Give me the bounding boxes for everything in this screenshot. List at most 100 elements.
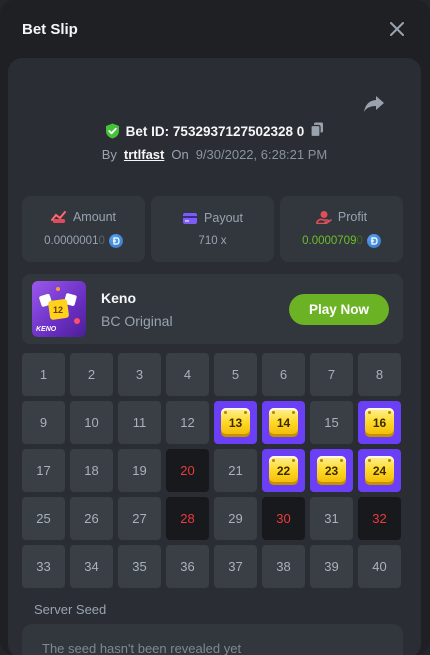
keno-cell-29: 29 — [214, 497, 257, 540]
keno-cell-24: 24 — [358, 449, 401, 492]
keno-cell-40: 40 — [358, 545, 401, 588]
keno-cell-4: 4 — [166, 353, 209, 396]
bet-details-panel: Bet ID: 7532937127502328 0 By trtlfast O… — [8, 58, 421, 655]
profit-icon — [316, 211, 332, 224]
by-label: By — [101, 147, 117, 162]
amount-value: 0.00000010 — [44, 235, 105, 247]
payout-value-row: 710 x — [198, 235, 226, 247]
keno-cell-21: 21 — [214, 449, 257, 492]
payout-label: Payout — [204, 211, 243, 225]
keno-cell-39: 39 — [310, 545, 353, 588]
bet-meta-row: By trtlfast On 9/30/2022, 6:28:21 PM — [8, 147, 421, 162]
keno-cell-22: 22 — [262, 449, 305, 492]
keno-cell-19: 19 — [118, 449, 161, 492]
keno-cell-6: 6 — [262, 353, 305, 396]
keno-cell-13: 13 — [214, 401, 257, 444]
amount-value-main: 0.0000001 — [44, 235, 99, 247]
keno-cell-8: 8 — [358, 353, 401, 396]
server-seed-label: Server Seed — [34, 602, 107, 617]
keno-cell-5: 5 — [214, 353, 257, 396]
profit-card: Profit 0.00007090 — [280, 196, 403, 262]
gem-tile: 13 — [221, 408, 250, 437]
keno-cell-20: 20 — [166, 449, 209, 492]
profit-value: 0.00007090 — [302, 235, 363, 247]
stats-row: Amount 0.00000010 Payout 710 x Profit 0.… — [22, 196, 403, 262]
keno-cell-12: 12 — [166, 401, 209, 444]
keno-cell-17: 17 — [22, 449, 65, 492]
copy-icon — [310, 122, 324, 138]
amount-label-row: Amount — [50, 210, 117, 224]
modal-header: Bet Slip — [0, 0, 430, 58]
bet-id-row: Bet ID: 7532937127502328 0 — [8, 122, 421, 140]
on-label: On — [171, 147, 189, 162]
keno-cell-9: 9 — [22, 401, 65, 444]
keno-cell-14: 14 — [262, 401, 305, 444]
play-now-button[interactable]: Play Now — [289, 294, 389, 325]
coin-icon — [366, 234, 381, 248]
game-name: Keno — [101, 290, 136, 306]
keno-cell-23: 23 — [310, 449, 353, 492]
server-seed-box: The seed hasn't been revealed yet — [22, 624, 403, 655]
coin-icon — [108, 234, 123, 248]
amount-card: Amount 0.00000010 — [22, 196, 145, 262]
profit-label-row: Profit — [316, 210, 367, 224]
keno-cell-27: 27 — [118, 497, 161, 540]
close-icon — [390, 22, 404, 36]
keno-cell-18: 18 — [70, 449, 113, 492]
keno-cell-32: 32 — [358, 497, 401, 540]
keno-cell-28: 28 — [166, 497, 209, 540]
copy-button[interactable] — [310, 122, 324, 140]
profit-value-row: 0.00007090 — [302, 234, 381, 248]
keno-cell-25: 25 — [22, 497, 65, 540]
game-subtitle: BC Original — [101, 313, 173, 329]
gem-tile: 22 — [269, 456, 298, 485]
bet-date: 9/30/2022, 6:28:21 PM — [195, 147, 328, 162]
bet-id-text: Bet ID: 7532937127502328 0 — [125, 123, 305, 139]
profit-value-tail: 0 — [356, 235, 363, 247]
keno-cell-11: 11 — [118, 401, 161, 444]
gem-tile: 24 — [365, 456, 394, 485]
close-button[interactable] — [386, 18, 408, 40]
keno-cell-2: 2 — [70, 353, 113, 396]
modal-title: Bet Slip — [22, 20, 78, 38]
keno-cell-16: 16 — [358, 401, 401, 444]
username-link[interactable]: trtlfast — [124, 147, 164, 162]
amount-value-row: 0.00000010 — [44, 234, 123, 248]
keno-cell-7: 7 — [310, 353, 353, 396]
keno-cell-34: 34 — [70, 545, 113, 588]
profit-label: Profit — [337, 210, 368, 224]
keno-cell-36: 36 — [166, 545, 209, 588]
amount-label: Amount — [72, 210, 117, 224]
keno-number-grid: 1 2 3 4 5 6 7 8 9 10 11 12 13 14 15 16 17 18 19 20 21 22 23 24 2… — [22, 353, 403, 588]
keno-cell-1: 1 — [22, 353, 65, 396]
keno-cell-37: 37 — [214, 545, 257, 588]
keno-cell-3: 3 — [118, 353, 161, 396]
payout-card: Payout 710 x — [151, 196, 274, 262]
keno-cell-33: 33 — [22, 545, 65, 588]
keno-cell-31: 31 — [310, 497, 353, 540]
verified-shield-icon — [105, 123, 119, 139]
keno-cell-10: 10 — [70, 401, 113, 444]
gem-tile: 23 — [317, 456, 346, 485]
keno-cell-30: 30 — [262, 497, 305, 540]
payout-label-row: Payout — [182, 211, 243, 225]
server-seed-text: The seed hasn't been revealed yet — [42, 641, 242, 655]
keno-thumb-label: KENO — [36, 326, 57, 333]
gem-tile: 14 — [269, 408, 298, 437]
payout-value: 710 x — [198, 235, 227, 247]
bet-slip-modal: Bet Slip Bet ID: 7532937127502328 0 By t… — [0, 0, 430, 655]
profit-value-main: 0.0000709 — [302, 235, 357, 247]
share-icon — [364, 96, 384, 112]
keno-cell-15: 15 — [310, 401, 353, 444]
payout-icon — [183, 212, 198, 224]
gem-tile: 16 — [365, 408, 394, 437]
game-card: 12 KENO Keno BC Original Play Now — [22, 274, 403, 344]
amount-value-tail: 0 — [98, 235, 105, 247]
amount-icon — [50, 211, 66, 223]
share-button[interactable] — [363, 94, 385, 114]
keno-cell-35: 35 — [118, 545, 161, 588]
keno-cell-26: 26 — [70, 497, 113, 540]
keno-game-thumbnail[interactable]: 12 KENO — [32, 281, 86, 337]
svg-text:12: 12 — [53, 305, 63, 315]
keno-cell-38: 38 — [262, 545, 305, 588]
